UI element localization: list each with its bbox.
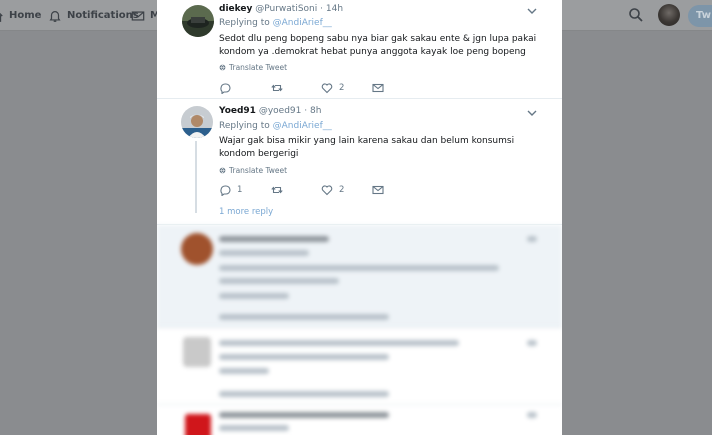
nav-home-label: Home — [9, 10, 42, 21]
translate-label: Translate Tweet — [229, 166, 288, 175]
profile-avatar[interactable] — [658, 4, 680, 26]
blurred-line — [219, 340, 459, 346]
tweet-time[interactable]: 8h — [310, 106, 321, 116]
chevron-down-icon[interactable] — [526, 108, 538, 118]
replying-to-mention[interactable]: @AndiArief__ — [273, 121, 332, 131]
blurred-line — [219, 265, 499, 271]
nav-messages[interactable]: M — [131, 0, 160, 31]
direct-message-button[interactable] — [372, 183, 384, 197]
retweet-icon — [271, 186, 283, 194]
replying-to: Replying to @AndiArief__ — [219, 18, 332, 28]
separator-dot: · — [304, 106, 308, 116]
avatar — [183, 337, 211, 367]
blurred-line — [527, 412, 537, 418]
search-icon[interactable] — [628, 7, 644, 23]
replying-to-mention[interactable]: @AndiArief__ — [273, 18, 332, 28]
blurred-line — [219, 354, 389, 360]
like-count: 2 — [339, 83, 345, 93]
retweet-button[interactable] — [271, 183, 289, 197]
reply-icon — [220, 185, 231, 196]
user-handle[interactable]: @yoed91 — [259, 106, 302, 116]
globe-icon — [219, 64, 226, 71]
translate-label: Translate Tweet — [229, 63, 288, 72]
home-icon — [0, 12, 3, 22]
more-replies-link[interactable]: 1 more reply — [219, 207, 273, 217]
blurred-reply-1 — [157, 225, 562, 328]
tweet-text: Wajar gak bisa mikir yang lain karena sa… — [219, 136, 515, 159]
mail-icon — [372, 83, 384, 93]
nav-home[interactable]: Home — [0, 0, 41, 31]
globe-icon — [219, 167, 226, 174]
blurred-line — [527, 340, 537, 346]
blurred-line — [219, 314, 389, 320]
tweet-text: Sedot dlu peng bopeng sabu nya biar gak … — [219, 34, 537, 57]
tweet-header: Yoed91 @yoed91 · 8h — [219, 106, 321, 116]
replying-to: Replying to @AndiArief__ — [219, 121, 332, 131]
blurred-line — [219, 368, 269, 374]
avatar[interactable] — [182, 5, 214, 37]
blurred-line — [219, 250, 309, 256]
reply-tweet[interactable]: Yoed91 @yoed91 · 8h Replying to @AndiAri… — [157, 99, 562, 225]
reply-button[interactable]: 1 — [219, 183, 242, 197]
blurred-line — [219, 412, 389, 418]
replying-to-label: Replying to — [219, 121, 270, 131]
user-handle[interactable]: @PurwatiSoni — [255, 4, 317, 14]
tweet-actions: 1 2 — [219, 183, 419, 197]
retweet-button[interactable] — [271, 81, 289, 95]
nav-notifications-label: Notifications — [67, 10, 139, 21]
like-button[interactable]: 2 — [321, 183, 344, 197]
reply-tweet[interactable]: diekey @PurwatiSoni · 14h Replying to @A… — [157, 0, 562, 99]
mail-icon — [131, 10, 145, 21]
separator-dot: · — [320, 4, 323, 14]
like-button[interactable]: 2 — [321, 81, 344, 95]
reply-icon — [220, 83, 231, 94]
blurred-line — [527, 236, 537, 242]
reply-count: 1 — [237, 185, 243, 195]
tweet-time[interactable]: 14h — [326, 4, 343, 14]
translate-tweet-link[interactable]: Translate Tweet — [219, 63, 287, 72]
display-name[interactable]: diekey — [219, 4, 252, 14]
avatar — [181, 233, 213, 265]
blurred-line — [219, 425, 289, 431]
retweet-icon — [271, 84, 283, 92]
like-count: 2 — [339, 185, 345, 195]
display-name[interactable]: Yoed91 — [219, 106, 256, 116]
heart-icon — [321, 83, 333, 94]
avatar[interactable] — [181, 106, 213, 138]
translate-tweet-link[interactable]: Translate Tweet — [219, 166, 287, 175]
mail-icon — [372, 185, 384, 195]
tweet-header: diekey @PurwatiSoni · 14h — [219, 4, 343, 14]
avatar — [185, 414, 211, 435]
blurred-reply-2 — [157, 329, 562, 405]
tweet-actions: 2 — [219, 81, 419, 95]
bell-icon — [49, 10, 61, 22]
blurred-replies — [157, 225, 562, 435]
nav-notifications[interactable]: Notifications — [48, 0, 139, 31]
blurred-line — [219, 391, 389, 397]
blurred-reply-3 — [157, 406, 562, 435]
blurred-line — [219, 293, 289, 299]
direct-message-button[interactable] — [372, 81, 384, 95]
replying-to-label: Replying to — [219, 18, 270, 28]
thread-line — [195, 141, 197, 213]
blurred-line — [219, 236, 329, 242]
conversation-panel: diekey @PurwatiSoni · 14h Replying to @A… — [157, 0, 562, 435]
blurred-line — [219, 278, 339, 284]
tweet-button[interactable]: Tw — [688, 5, 712, 27]
heart-icon — [321, 185, 333, 196]
reply-button[interactable] — [219, 81, 237, 95]
chevron-down-icon[interactable] — [526, 6, 538, 16]
